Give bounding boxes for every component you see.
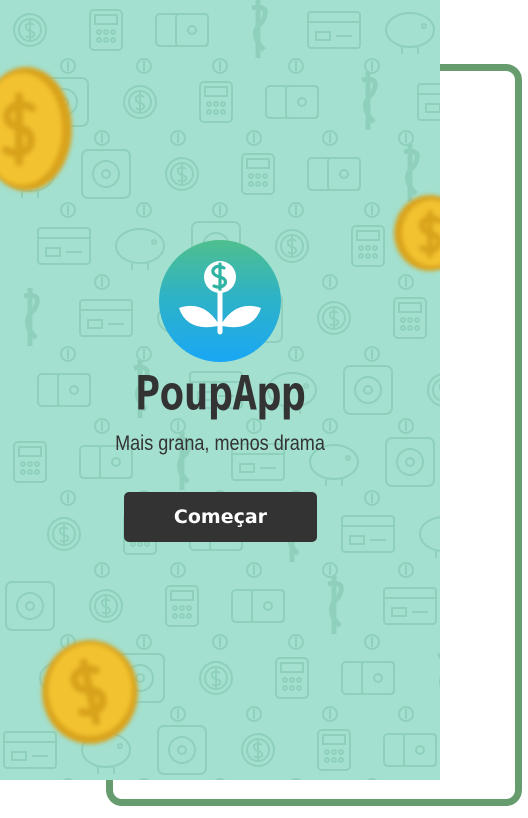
start-button[interactable]: Começar <box>124 492 317 542</box>
app-tagline: Mais grana, menos drama <box>115 432 325 455</box>
dollar-coin-icon <box>38 636 142 748</box>
dollar-coin-icon <box>388 193 440 273</box>
app-name: PoupApp <box>134 366 306 421</box>
money-plant-icon <box>159 240 281 362</box>
dollar-coin-icon <box>0 64 76 194</box>
welcome-screen: PoupApp Mais grana, menos drama Começar <box>0 0 440 780</box>
